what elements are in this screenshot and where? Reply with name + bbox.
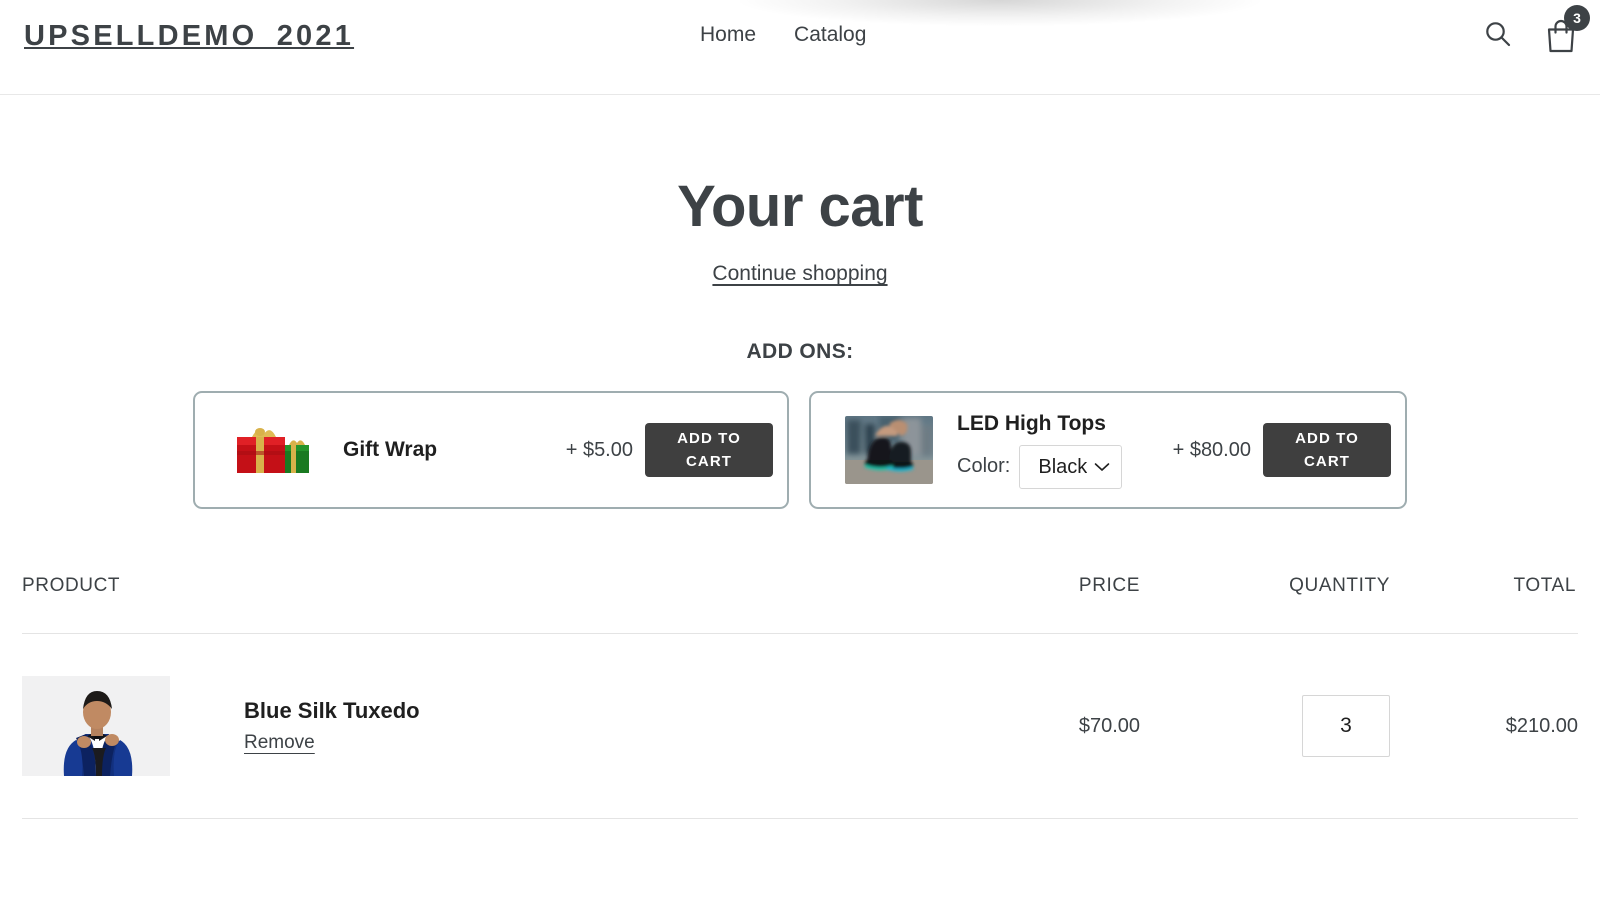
cart-button-wrapper[interactable]: 3: [1544, 5, 1590, 59]
cart-table-body: Blue Silk Tuxedo Remove $70.00 $210.00: [22, 633, 1578, 819]
column-header-product: PRODUCT: [22, 575, 902, 634]
add-to-cart-button-led-high-tops[interactable]: ADD TO CART: [1263, 423, 1391, 477]
column-header-price: PRICE: [902, 575, 1140, 634]
addon-body-gift-wrap: Gift Wrap: [319, 438, 566, 462]
cell-price: $70.00: [902, 633, 1140, 819]
site-logo[interactable]: UPSELLDEMO_2021: [24, 20, 354, 53]
cart-table-header-row: PRODUCT PRICE QUANTITY TOTAL: [22, 575, 1578, 634]
nav-item-home[interactable]: Home: [700, 23, 756, 47]
nav-item-catalog[interactable]: Catalog: [794, 23, 866, 47]
header-actions: 3: [1482, 5, 1590, 59]
cell-product: Blue Silk Tuxedo Remove: [22, 633, 902, 819]
continue-shopping-link[interactable]: Continue shopping: [712, 262, 887, 285]
column-header-total: TOTAL: [1390, 575, 1578, 634]
cart-count-badge: 3: [1564, 5, 1590, 31]
add-to-cart-button-gift-wrap[interactable]: ADD TO CART: [645, 423, 773, 477]
addon-price: + $80.00: [1172, 438, 1251, 461]
remove-item-link[interactable]: Remove: [244, 732, 315, 754]
led-sneakers-photo: [845, 416, 933, 484]
table-row: Blue Silk Tuxedo Remove $70.00 $210.00: [22, 633, 1578, 819]
addons-heading: ADD ONS:: [746, 340, 854, 363]
variant-select-wrapper[interactable]: Black: [1019, 444, 1123, 489]
search-icon[interactable]: [1482, 18, 1514, 50]
cart-page: Your cart Continue shopping ADD ONS: Gif…: [0, 173, 1600, 819]
cart-table: PRODUCT PRICE QUANTITY TOTAL Blue Silk T…: [22, 575, 1578, 819]
cell-total: $210.00: [1390, 633, 1578, 819]
column-header-quantity: QUANTITY: [1140, 575, 1390, 634]
addon-name: Gift Wrap: [343, 438, 438, 461]
page-title: Your cart: [677, 174, 923, 239]
cell-quantity: [1140, 633, 1390, 819]
blue-tuxedo-photo: [22, 676, 170, 776]
addon-card-led-high-tops[interactable]: LED High Tops Color: Black + $80.00 ADD …: [809, 391, 1407, 509]
addon-body-led-high-tops: LED High Tops Color: Black: [933, 412, 1173, 489]
gift-boxes-image: [227, 419, 319, 481]
product-info: Blue Silk Tuxedo Remove: [170, 698, 420, 754]
addon-price: + $5.00: [565, 438, 633, 461]
addons-row: Gift Wrap + $5.00 ADD TO CART LED High T…: [22, 391, 1578, 509]
cart-table-head: PRODUCT PRICE QUANTITY TOTAL: [22, 575, 1578, 634]
addon-name: LED High Tops: [957, 411, 1106, 435]
quantity-input[interactable]: [1302, 695, 1390, 757]
color-select[interactable]: Black: [1019, 444, 1123, 489]
variant-label: Color:: [957, 455, 1011, 477]
continue-shopping-wrapper: Continue shopping: [22, 262, 1578, 286]
product-name: Blue Silk Tuxedo: [244, 698, 420, 723]
variant-row: Color: Black: [957, 444, 1173, 489]
addon-card-gift-wrap[interactable]: Gift Wrap + $5.00 ADD TO CART: [193, 391, 789, 509]
site-header: UPSELLDEMO_2021 Home Catalog 3: [0, 0, 1600, 95]
main-navigation: Home Catalog: [700, 23, 866, 47]
